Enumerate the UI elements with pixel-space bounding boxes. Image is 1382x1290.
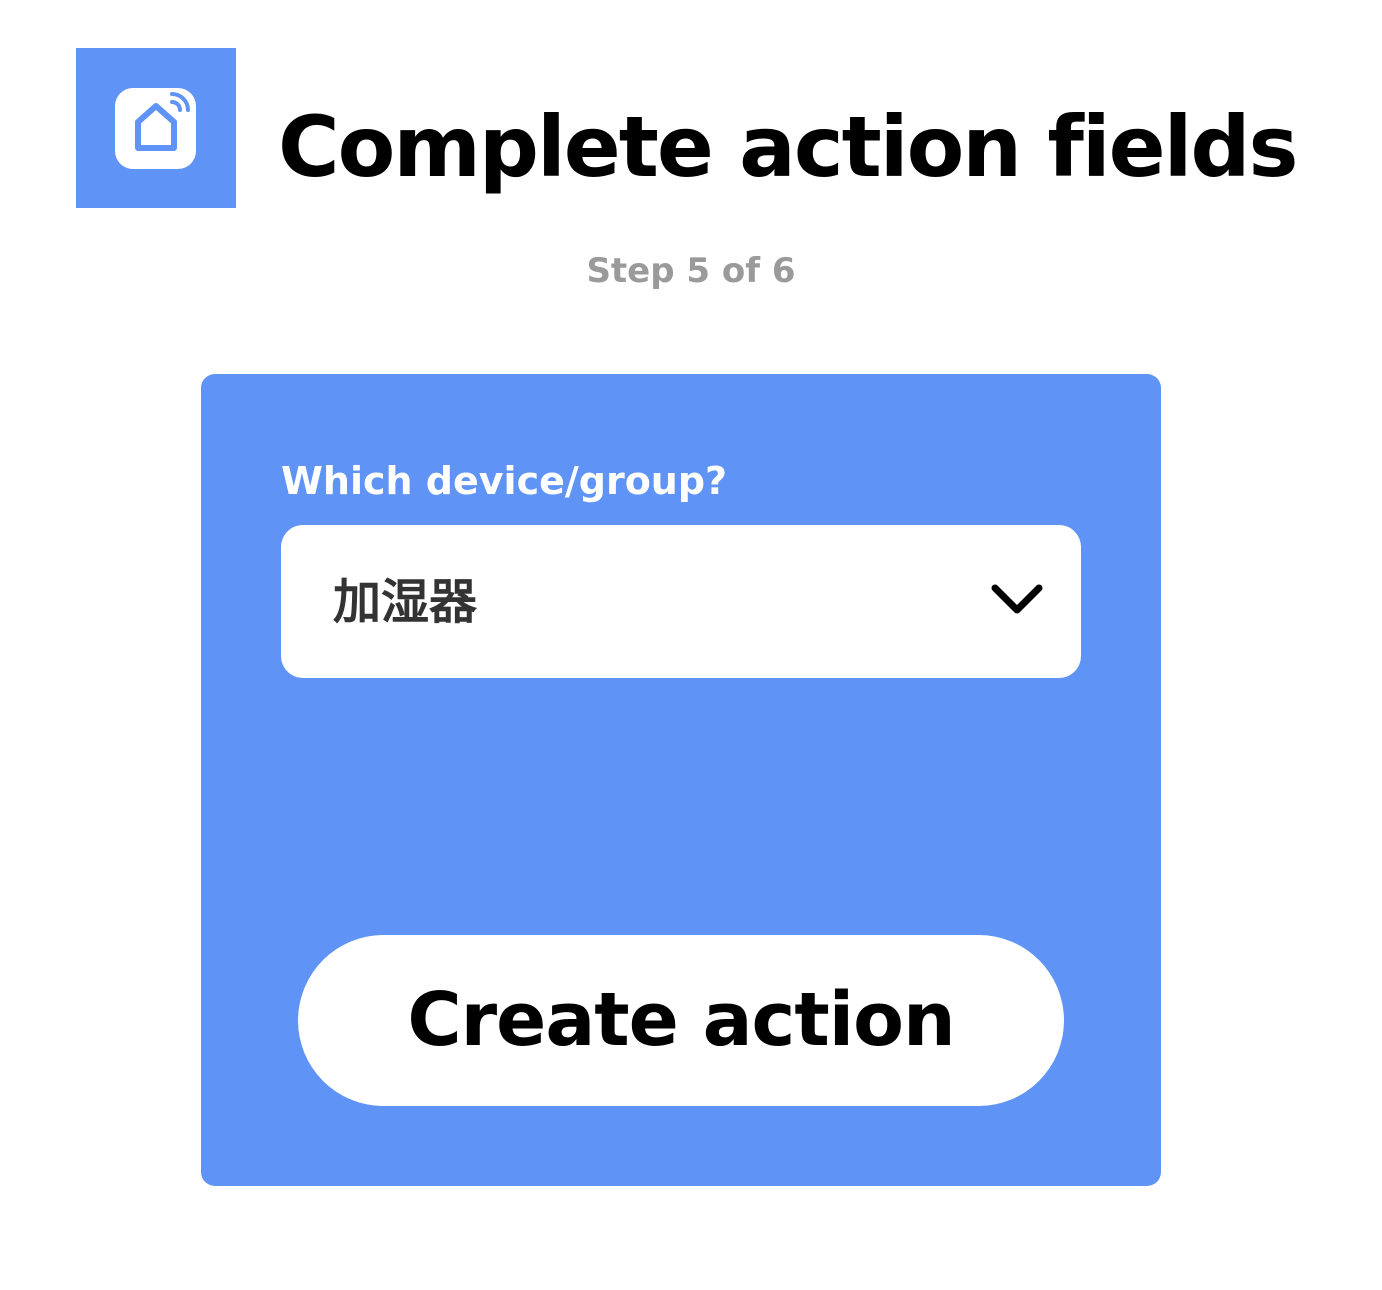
device-group-select[interactable]: 加湿器 (281, 525, 1081, 678)
create-action-button[interactable]: Create action (298, 935, 1064, 1106)
smart-home-icon (135, 92, 190, 151)
device-field-label: Which device/group? (281, 459, 728, 503)
service-logo (76, 48, 236, 208)
device-select-value: 加湿器 (333, 574, 478, 630)
action-fields-card: Which device/group? 加湿器 Create action (201, 374, 1161, 1186)
chevron-down-icon (991, 584, 1043, 614)
step-indicator: Step 5 of 6 (586, 251, 796, 291)
page-title: Complete action fields (278, 98, 1299, 196)
